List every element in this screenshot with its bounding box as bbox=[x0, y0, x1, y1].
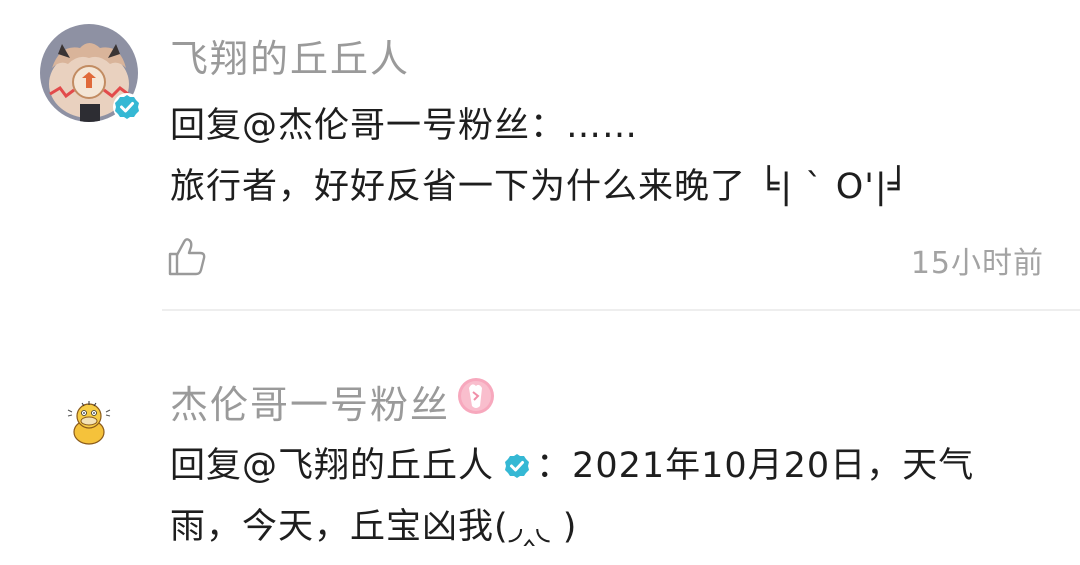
comment-text: 回复@杰伦哥一号粉丝：…… 旅行者，好好反省一下为什么来晚了 ╘| ` O'|╛ bbox=[170, 96, 910, 218]
comment-line: 雨，今天，丘宝凶我(◞‸◟ ) bbox=[170, 507, 578, 547]
separator: ： bbox=[536, 446, 573, 486]
comment-item: 飞翔的丘丘人 回复@杰伦哥一号粉丝：…… 旅行者，好好反省一下为什么来晚了 ╘|… bbox=[0, 0, 1080, 312]
comment-line: 回复@杰伦哥一号粉丝：…… bbox=[170, 96, 910, 157]
reply-prefix: 回复 bbox=[170, 446, 243, 486]
user-avatar[interactable] bbox=[64, 398, 114, 448]
username[interactable]: 飞翔的丘丘人 bbox=[170, 28, 410, 83]
comment-item: 杰伦哥一号粉丝 回复@飞翔的丘丘人 ：2021年10月20日，天气 雨，今天，丘宝… bbox=[0, 312, 1080, 565]
user-avatar[interactable] bbox=[40, 24, 141, 122]
verified-check-icon bbox=[113, 93, 141, 121]
comment-line-text: 2021年10月20日，天气 bbox=[572, 446, 975, 486]
comment-text: 回复@飞翔的丘丘人 ：2021年10月20日，天气 雨，今天，丘宝凶我(◞‸◟ ) bbox=[170, 436, 974, 558]
yellow-duck-avatar-icon bbox=[67, 401, 111, 445]
separator: ： bbox=[530, 106, 567, 146]
mention-link[interactable]: @杰伦哥一号粉丝 bbox=[242, 106, 530, 146]
mention-link[interactable]: @飞翔的丘丘人 bbox=[242, 446, 494, 486]
comment-line-text: …… bbox=[566, 106, 639, 146]
comment-line: 回复@飞翔的丘丘人 ：2021年10月20日，天气 bbox=[170, 436, 974, 497]
verified-check-icon bbox=[505, 454, 530, 478]
reply-prefix: 回复 bbox=[170, 106, 243, 146]
comment-line: 旅行者，好好反省一下为什么来晚了 ╘| ` O'|╛ bbox=[170, 167, 910, 207]
divider bbox=[162, 309, 1080, 311]
thumbs-up-icon[interactable] bbox=[166, 236, 208, 278]
username[interactable]: 杰伦哥一号粉丝 bbox=[170, 374, 450, 429]
comment-timestamp: 15小时前 bbox=[910, 246, 1044, 281]
comment-thread: 飞翔的丘丘人 回复@杰伦哥一号粉丝：…… 旅行者，好好反省一下为什么来晚了 ╘|… bbox=[0, 0, 1080, 565]
pink-fan-badge-icon bbox=[458, 378, 494, 414]
